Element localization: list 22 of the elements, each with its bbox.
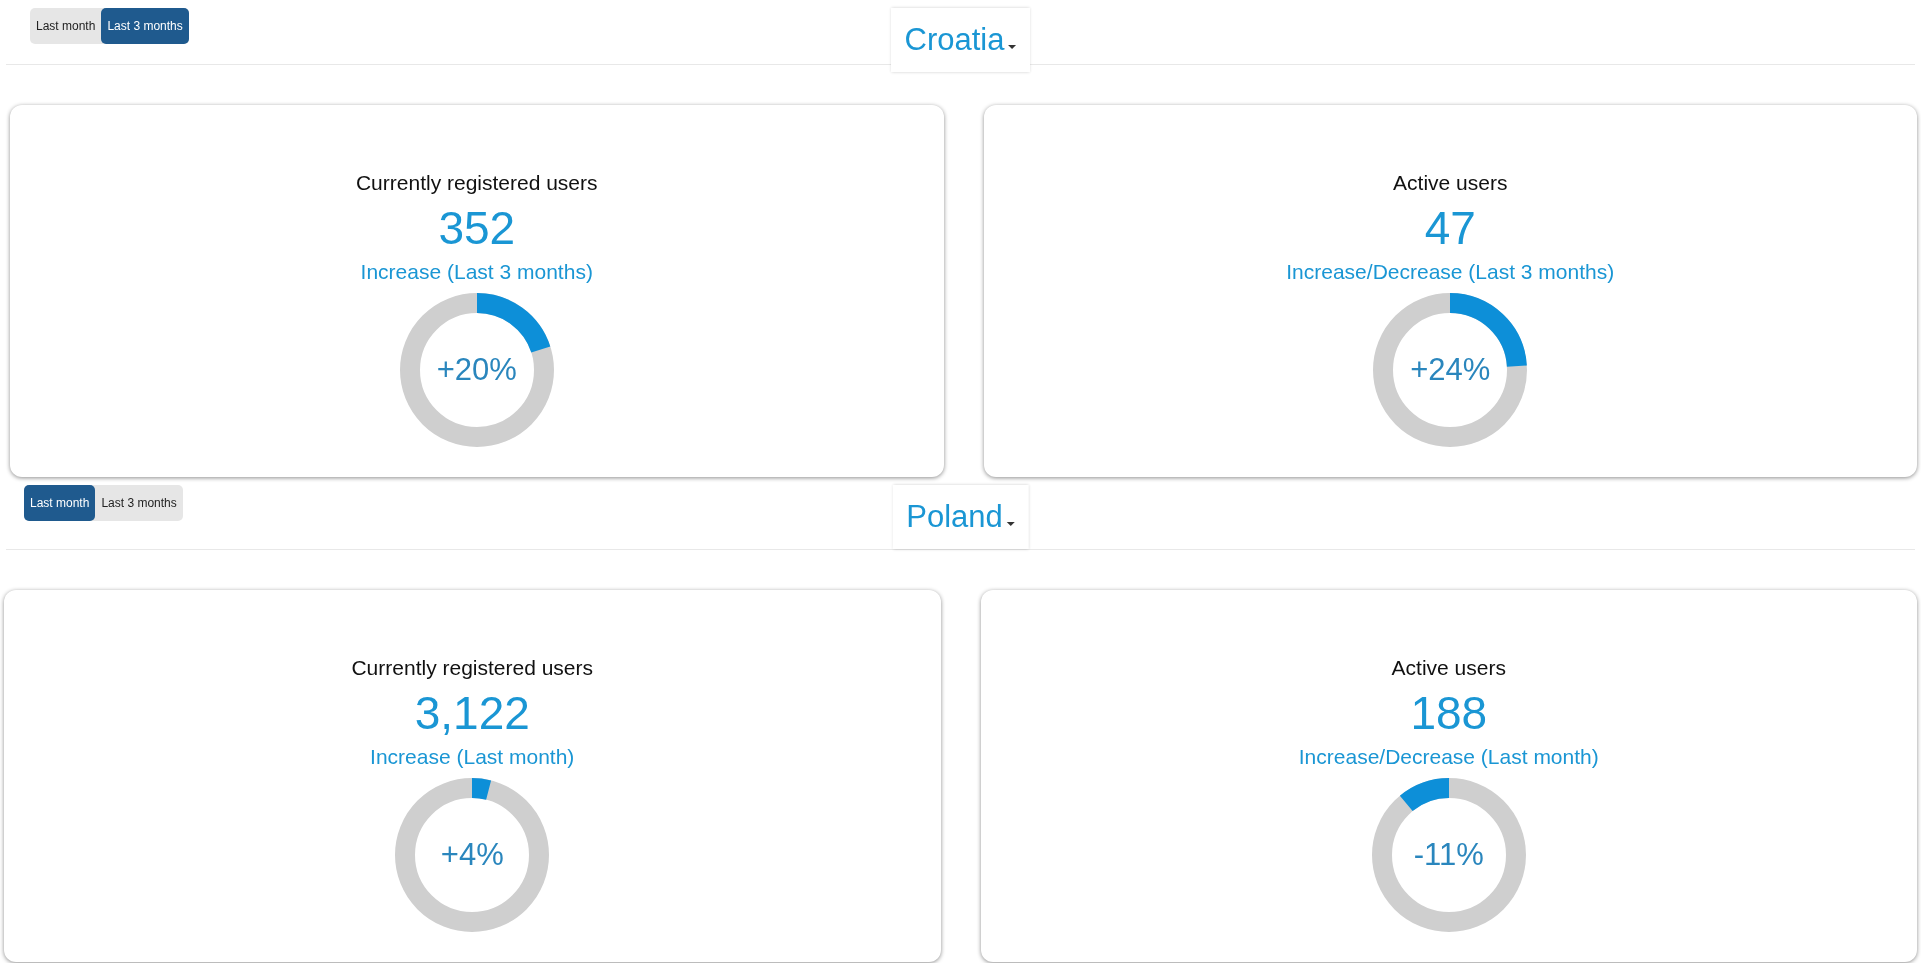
change-label: Increase/Decrease (Last month) xyxy=(1298,744,1599,769)
change-percent: +24% xyxy=(1410,351,1491,388)
card-title: Active users xyxy=(1393,171,1508,195)
caret-icon xyxy=(1006,522,1015,526)
change-percent: +20% xyxy=(436,351,517,388)
period-tab[interactable]: Last month xyxy=(24,485,96,521)
change-percent: +4% xyxy=(440,836,504,873)
card-title: Active users xyxy=(1391,656,1506,680)
card-title: Currently registered users xyxy=(351,656,594,680)
stat-value: 47 xyxy=(1424,203,1476,254)
caret-icon xyxy=(1008,45,1017,49)
stat-value: 352 xyxy=(438,203,516,254)
period-tab[interactable]: Last 3 months xyxy=(95,485,183,521)
change-label: Increase (Last 3 months) xyxy=(360,259,593,284)
change-percent: -11% xyxy=(1413,836,1484,873)
period-tab[interactable]: Last month xyxy=(30,8,102,44)
period-tab[interactable]: Last 3 months xyxy=(101,8,189,44)
change-label: Increase (Last month) xyxy=(370,744,575,769)
stat-value: 188 xyxy=(1410,688,1488,739)
card-title: Currently registered users xyxy=(355,171,598,195)
stat-value: 3,122 xyxy=(414,688,530,739)
change-label: Increase/Decrease (Last 3 months) xyxy=(1286,259,1615,284)
